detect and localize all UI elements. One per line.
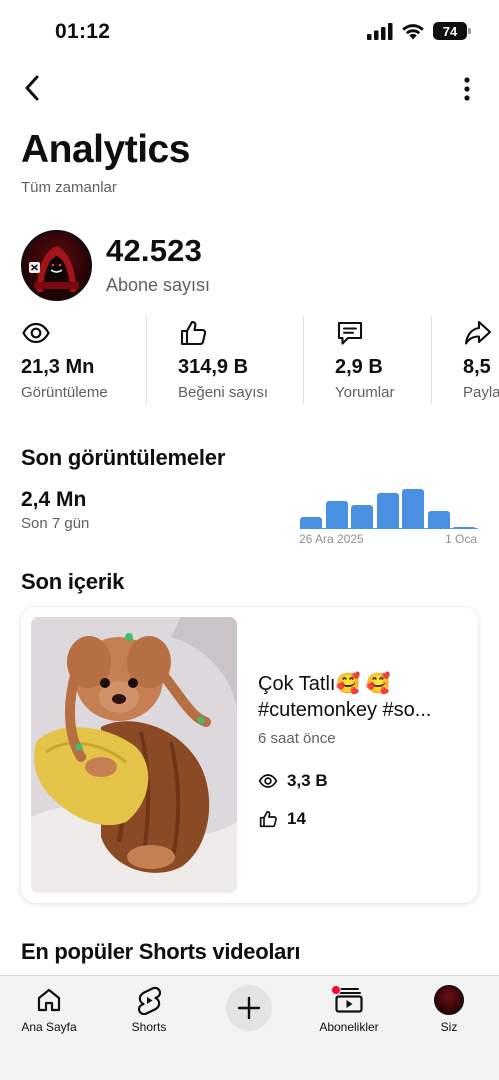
recent-content-card[interactable]: Çok Tatlı🥰 🥰 #cutemonkey #so... 6 saat ö… bbox=[21, 607, 478, 903]
status-bar: 01:12 74 bbox=[0, 0, 499, 62]
chart-bar bbox=[427, 511, 450, 529]
video-likes: 14 bbox=[258, 809, 306, 829]
stat-label: Görüntüleme bbox=[21, 384, 108, 401]
profile-avatar bbox=[434, 985, 464, 1015]
date-range-label: Tüm zamanlar bbox=[21, 179, 117, 196]
subscriber-label: Abone sayısı bbox=[106, 275, 211, 295]
recent-views-value: 2,4 Mn bbox=[21, 488, 87, 511]
cellular-signal-icon bbox=[367, 22, 393, 40]
eye-icon bbox=[22, 322, 50, 344]
puppy-in-sweater-image bbox=[31, 617, 237, 893]
chart-bar bbox=[453, 527, 475, 529]
comment-icon bbox=[337, 321, 363, 345]
channel-avatar[interactable] bbox=[21, 230, 92, 301]
stats-row: 21,3 Mn Görüntüleme 314,9 B Beğeni sayıs… bbox=[0, 316, 499, 406]
stat-divider bbox=[146, 316, 147, 404]
tab-home[interactable]: Ana Sayfa bbox=[4, 984, 94, 1040]
recent-views-chart[interactable] bbox=[300, 480, 478, 530]
page-title: Analytics bbox=[21, 128, 190, 171]
hooded-figure-logo-icon bbox=[29, 246, 79, 292]
recent-views-title: Son görüntülemeler bbox=[21, 445, 226, 470]
tab-label: Shorts bbox=[131, 1020, 167, 1034]
stat-value: 2,9 B bbox=[335, 356, 383, 378]
more-options-button[interactable] bbox=[455, 72, 479, 106]
chart-bar bbox=[376, 493, 399, 529]
share-icon bbox=[464, 320, 492, 345]
video-thumbnail[interactable] bbox=[31, 617, 237, 893]
video-views-value: 3,3 B bbox=[287, 771, 328, 790]
battery-level: 74 bbox=[442, 23, 458, 39]
chevron-left-icon bbox=[25, 75, 39, 101]
stat-value: 21,3 Mn bbox=[21, 356, 95, 378]
recent-content-title: Son içerik bbox=[21, 569, 125, 594]
video-time-ago: 6 saat önce bbox=[258, 730, 336, 747]
more-vertical-icon bbox=[464, 77, 470, 101]
stat-value: 8,5 bbox=[463, 356, 491, 378]
shorts-icon bbox=[137, 986, 162, 1015]
tab-label: Ana Sayfa bbox=[21, 1020, 77, 1034]
stat-label: Payla bbox=[463, 384, 499, 401]
battery-indicator: 74 bbox=[433, 22, 471, 40]
tab-you[interactable]: Siz bbox=[404, 984, 494, 1040]
chart-start-label: 26 Ara 2025 bbox=[299, 532, 364, 546]
stat-label: Beğeni sayısı bbox=[178, 384, 269, 401]
home-icon bbox=[37, 988, 61, 1012]
tab-label: Abonelikler bbox=[319, 1020, 379, 1034]
stat-value: 314,9 B bbox=[178, 356, 249, 378]
bottom-tab-bar: Ana Sayfa Shorts Abonelikler Siz bbox=[0, 975, 499, 1080]
chart-bar bbox=[325, 501, 348, 529]
stat-shares[interactable]: 8,5 Payla bbox=[463, 316, 499, 404]
back-button[interactable] bbox=[14, 70, 50, 106]
chart-end-label: 1 Oca bbox=[445, 532, 478, 546]
eye-icon bbox=[258, 774, 278, 788]
video-likes-value: 14 bbox=[287, 809, 306, 828]
thumbs-up-icon bbox=[259, 810, 277, 828]
stat-label: Yorumlar bbox=[335, 384, 395, 401]
status-time: 01:12 bbox=[55, 20, 111, 43]
subscriber-count: 42.523 bbox=[106, 233, 203, 268]
video-title-line-2: #cutemonkey #so... bbox=[258, 699, 432, 721]
video-views: 3,3 B bbox=[258, 771, 328, 791]
tab-shorts[interactable]: Shorts bbox=[104, 984, 194, 1040]
stat-divider bbox=[303, 316, 304, 404]
create-button[interactable] bbox=[226, 985, 272, 1031]
status-icons: 74 bbox=[367, 22, 471, 40]
video-title[interactable]: Çok Tatlı🥰 🥰 #cutemonkey #so... bbox=[258, 671, 458, 723]
stat-divider bbox=[431, 316, 432, 404]
thumbs-up-icon bbox=[180, 320, 207, 346]
chart-bar bbox=[402, 489, 424, 529]
tab-subscriptions[interactable]: Abonelikler bbox=[304, 984, 394, 1040]
plus-icon bbox=[237, 996, 261, 1020]
popular-shorts-title: En popüler Shorts videoları bbox=[21, 939, 301, 964]
wifi-icon bbox=[402, 24, 424, 40]
recent-views-period: Son 7 gün bbox=[21, 515, 90, 532]
notification-dot bbox=[331, 985, 341, 995]
chart-bar bbox=[300, 517, 322, 529]
video-title-line-1: Çok Tatlı🥰 🥰 bbox=[258, 673, 391, 695]
tab-label: Siz bbox=[440, 1020, 458, 1034]
chart-bar bbox=[351, 505, 373, 529]
